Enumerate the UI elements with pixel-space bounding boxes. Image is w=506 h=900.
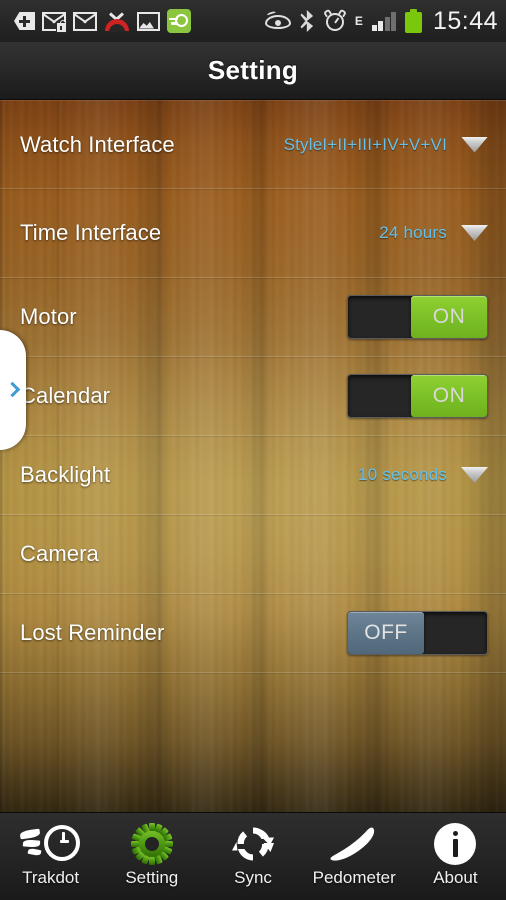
title-bar: Setting xyxy=(0,42,506,100)
setting-control[interactable]: 24 hours xyxy=(379,223,488,243)
signal-icon xyxy=(371,11,396,31)
toggle-thumb-label: ON xyxy=(411,296,487,338)
missed-call-icon xyxy=(104,11,130,32)
setting-value: 10 seconds xyxy=(358,465,447,484)
flaming-clock-icon xyxy=(19,822,82,866)
setting-row-time-interface[interactable]: Time Interface 24 hours xyxy=(0,189,506,278)
bluetooth-icon xyxy=(300,10,315,32)
setting-row-lost-reminder[interactable]: Lost Reminder OFF xyxy=(0,594,506,673)
setting-label: Lost Reminder xyxy=(20,620,165,645)
setting-row-calendar[interactable]: Calendar ON xyxy=(0,357,506,436)
nav-label: Setting xyxy=(125,868,179,887)
settings-rows: Watch Interface StyleI+II+III+IV+V+VI Ti… xyxy=(0,100,506,812)
status-bar-left-icons xyxy=(10,9,191,33)
eye-icon xyxy=(264,10,291,29)
drawer-handle[interactable] xyxy=(0,330,26,450)
settings-list: Watch Interface StyleI+II+III+IV+V+VI Ti… xyxy=(0,100,506,812)
nav-item-trakdot[interactable]: Trakdot xyxy=(0,813,101,900)
setting-label: Time Interface xyxy=(20,220,162,245)
gear-icon xyxy=(130,822,174,866)
chevron-down-icon[interactable] xyxy=(461,225,488,241)
motor-toggle[interactable]: ON xyxy=(347,295,488,339)
chevron-right-icon xyxy=(7,382,16,398)
status-bar-right-icons: E 15:44 xyxy=(264,6,498,35)
setting-value: 24 hours xyxy=(379,223,447,242)
chevron-down-icon[interactable] xyxy=(461,467,488,483)
setting-control[interactable]: OFF xyxy=(347,611,488,655)
setting-label: Watch Interface xyxy=(20,131,175,157)
nav-item-setting[interactable]: Setting xyxy=(101,813,202,900)
setting-value: StyleI+II+III+IV+V+VI xyxy=(283,134,447,154)
status-bar-clock: 15:44 xyxy=(432,6,498,35)
lost-reminder-toggle[interactable]: OFF xyxy=(347,611,488,655)
setting-row-camera[interactable]: Camera xyxy=(0,515,506,594)
nav-label: Sync xyxy=(234,868,272,887)
battery-icon xyxy=(404,9,422,33)
setting-control[interactable]: ON xyxy=(347,374,488,418)
shoe-icon xyxy=(328,822,380,866)
trakdot-app-icon xyxy=(167,9,191,33)
setting-label: Camera xyxy=(20,541,99,566)
mail-icon xyxy=(73,11,97,31)
picture-icon xyxy=(137,11,160,31)
setting-row-backlight[interactable]: Backlight 10 seconds xyxy=(0,436,506,515)
nav-item-pedometer[interactable]: Pedometer xyxy=(304,813,405,900)
status-bar: E 15:44 xyxy=(0,0,506,42)
nav-label: Trakdot xyxy=(22,868,80,887)
setting-label: Motor xyxy=(20,304,77,329)
nav-item-sync[interactable]: Sync xyxy=(202,813,303,900)
phone-screen: E 15:44 Setting Watch Interface StyleI+I… xyxy=(0,0,506,900)
setting-label: Backlight xyxy=(20,462,111,487)
calendar-toggle[interactable]: ON xyxy=(347,374,488,418)
nav-item-about[interactable]: About xyxy=(405,813,506,900)
nav-label: About xyxy=(433,868,478,887)
toggle-thumb-label: ON xyxy=(411,375,487,417)
alarm-icon xyxy=(322,8,347,32)
nav-label: Pedometer xyxy=(312,868,396,887)
setting-row-watch-interface[interactable]: Watch Interface StyleI+II+III+IV+V+VI xyxy=(0,100,506,189)
info-icon xyxy=(434,822,477,866)
toggle-thumb-label: OFF xyxy=(348,612,424,654)
setting-label: Calendar xyxy=(20,383,111,408)
back-tag-icon xyxy=(10,11,35,31)
setting-control[interactable]: StyleI+II+III+IV+V+VI xyxy=(284,135,488,155)
secure-mail-icon xyxy=(42,11,67,33)
page-title: Setting xyxy=(207,55,299,85)
setting-row-motor[interactable]: Motor ON xyxy=(0,278,506,357)
network-type-label: E xyxy=(354,14,363,28)
bottom-navigation: Trakdot Setting Sync Pedometer About xyxy=(0,812,506,900)
setting-control[interactable]: 10 seconds xyxy=(358,465,488,485)
setting-control[interactable]: ON xyxy=(347,295,488,339)
chevron-down-icon[interactable] xyxy=(461,136,488,153)
sync-icon xyxy=(232,822,274,866)
